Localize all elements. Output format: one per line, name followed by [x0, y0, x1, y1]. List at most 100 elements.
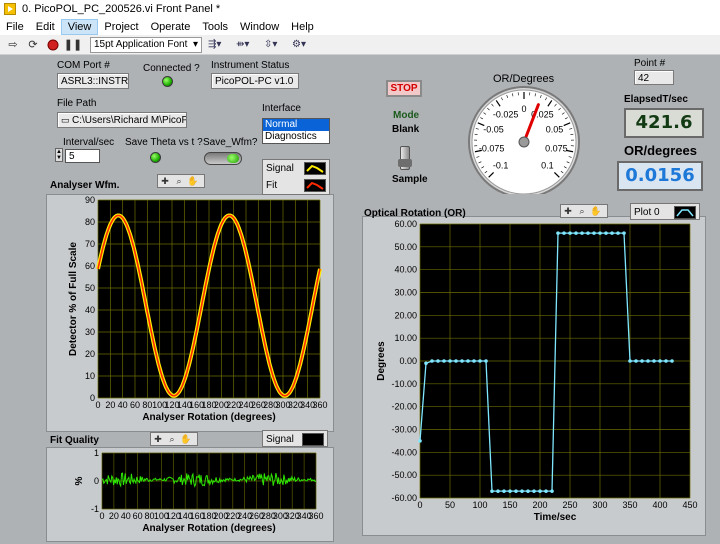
- interface-label: Interface: [262, 103, 301, 114]
- cursor-crosshair-icon[interactable]: ✚: [158, 175, 172, 187]
- data-point: [436, 359, 440, 363]
- data-point: [418, 439, 422, 443]
- x-tick-label: 300: [592, 500, 607, 510]
- chevron-down-icon: ▾: [192, 39, 198, 50]
- data-point: [532, 489, 536, 493]
- fit-legend[interactable]: Signal: [262, 430, 328, 447]
- data-point: [616, 231, 620, 235]
- data-point: [538, 489, 542, 493]
- fit-graph-palette[interactable]: ✚ ⌕ ✋: [150, 432, 198, 446]
- x-tick-label: 100: [472, 500, 487, 510]
- save-wfm-toggle[interactable]: [204, 152, 242, 165]
- menu-project[interactable]: Project: [98, 20, 144, 34]
- save-theta-label: Save Theta vs t ?: [125, 137, 203, 148]
- interface-listbox[interactable]: Normal Diagnostics: [262, 118, 330, 144]
- pan-hand-icon[interactable]: ✋: [186, 175, 200, 187]
- menu-edit[interactable]: Edit: [30, 20, 61, 34]
- file-path-field[interactable]: ▭ C:\Users\Richard M\PicoPOL: [57, 112, 187, 128]
- y-tick-label: -1: [91, 504, 99, 514]
- data-point: [580, 231, 584, 235]
- x-tick-label: 20: [109, 511, 119, 521]
- stop-button[interactable]: STOP: [386, 80, 422, 97]
- labview-app-icon: [4, 3, 16, 15]
- x-tick-label: 200: [532, 500, 547, 510]
- optical-rotation-chart: 0 50 100 150 200 250 300 350 400 450 -60.00 -50.00 -…: [376, 219, 698, 523]
- data-point: [658, 359, 662, 363]
- data-point: [478, 359, 482, 363]
- zoom-icon[interactable]: ⌕: [172, 175, 186, 187]
- data-point: [460, 359, 464, 363]
- folder-icon: ▭: [61, 115, 73, 125]
- distribute-objects-icon[interactable]: ⇻▾: [236, 38, 258, 52]
- com-port-value[interactable]: ASRL3::INSTR: [57, 73, 129, 89]
- x-tick-label: 40: [121, 511, 131, 521]
- x-tick-label: 20: [105, 400, 115, 410]
- interval-spinner[interactable]: ▲ ▼: [55, 148, 63, 162]
- x-tick-label: 360: [312, 400, 327, 410]
- mode-toggle-switch[interactable]: [398, 146, 412, 170]
- abort-icon[interactable]: [46, 38, 60, 52]
- menu-window[interactable]: Window: [234, 20, 285, 34]
- data-point: [610, 231, 614, 235]
- legend-fit-signal-swatch: [302, 433, 324, 446]
- x-tick-label: 40: [118, 400, 128, 410]
- data-point: [562, 231, 566, 235]
- reorder-icon[interactable]: ⚙▾: [292, 38, 314, 52]
- gauge-label: OR/Degrees: [493, 73, 555, 85]
- data-point: [646, 359, 650, 363]
- data-point: [520, 489, 524, 493]
- pause-icon[interactable]: ❚❚: [64, 38, 82, 52]
- y-tick-label: -50.00: [391, 470, 417, 480]
- gauge-hub: [518, 136, 530, 148]
- save-theta-led[interactable]: [150, 152, 161, 163]
- menu-file[interactable]: File: [0, 20, 30, 34]
- mode-sample-label: Sample: [392, 174, 428, 185]
- data-point: [526, 489, 530, 493]
- analyser-wfm-chart: 0 20 40 60 80 1001201401601802002202402602803…: [68, 195, 328, 423]
- pan-hand-icon[interactable]: ✋: [179, 433, 193, 445]
- data-point: [484, 359, 488, 363]
- x-tick-label: 150: [502, 500, 517, 510]
- interval-input[interactable]: 5: [65, 149, 100, 163]
- analyser-graph-palette[interactable]: ✚ ⌕ ✋: [157, 174, 205, 188]
- y-tick-label: 40.00: [394, 265, 417, 275]
- menu-operate[interactable]: Operate: [145, 20, 197, 34]
- y-tick-label: 20.00: [394, 310, 417, 320]
- data-point: [550, 489, 554, 493]
- analyser-legend[interactable]: Signal Fit: [262, 159, 330, 195]
- data-point: [664, 359, 668, 363]
- font-select[interactable]: 15pt Application Font ▾: [90, 36, 202, 53]
- x-tick-label: 250: [562, 500, 577, 510]
- x-tick-label: 0: [417, 500, 422, 510]
- gauge-tick-label: -0.1: [493, 160, 509, 170]
- menu-help[interactable]: Help: [285, 20, 320, 34]
- data-point: [652, 359, 656, 363]
- interval-label: Interval/sec: [63, 137, 115, 148]
- run-continuously-icon[interactable]: ⟳: [26, 38, 40, 52]
- data-point: [640, 359, 644, 363]
- data-point: [424, 361, 428, 366]
- gauge-tick-label: -0.075: [479, 143, 505, 153]
- interface-option-normal[interactable]: Normal: [263, 119, 329, 131]
- menu-view[interactable]: View: [60, 18, 99, 35]
- y-tick-label: 0: [90, 393, 95, 403]
- data-point: [442, 359, 446, 363]
- y-tick-label: 70: [85, 239, 95, 249]
- y-tick-label: 50: [85, 283, 95, 293]
- menu-bar: File Edit View Project Operate Tools Win…: [0, 18, 720, 35]
- resize-objects-icon[interactable]: ⇳▾: [264, 38, 286, 52]
- y-axis-label: Degrees: [376, 341, 387, 381]
- title-bar: 0. PicoPOL_PC_200526.vi Front Panel *: [0, 0, 720, 18]
- y-tick-label: -40.00: [391, 447, 417, 457]
- or-gauge: -0.1-0.075-0.05-0.02500.0250.050.0750.1: [468, 86, 580, 194]
- menu-tools[interactable]: Tools: [196, 20, 234, 34]
- point-label: Point #: [634, 58, 666, 69]
- cursor-crosshair-icon[interactable]: ✚: [151, 433, 165, 445]
- fit-quality-chart: 0 20 40 60 80 1001201401601802002202402602803…: [74, 448, 324, 534]
- x-tick-label: 60: [130, 400, 140, 410]
- run-arrow-icon[interactable]: ⇨: [6, 38, 20, 52]
- zoom-icon[interactable]: ⌕: [165, 433, 179, 445]
- interface-option-diagnostics[interactable]: Diagnostics: [263, 131, 329, 143]
- mode-label: Mode: [393, 110, 420, 121]
- align-objects-icon[interactable]: ⇶▾: [208, 38, 230, 52]
